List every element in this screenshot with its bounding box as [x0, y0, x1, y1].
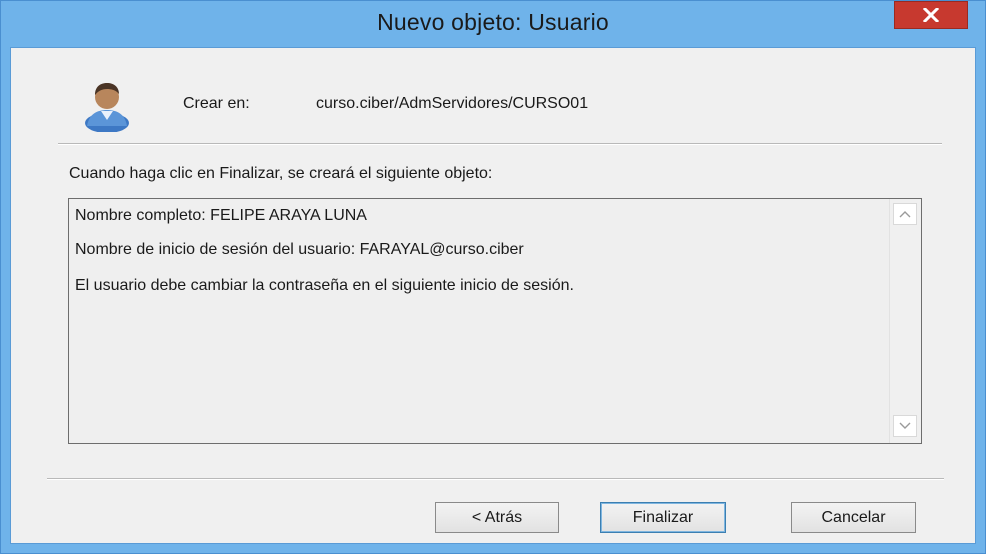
create-in-label: Crear en:: [183, 95, 250, 112]
dialog-window: Nuevo objeto: Usuario Crear en: curso.ci…: [0, 0, 986, 554]
window-title: Nuevo objeto: Usuario: [377, 9, 609, 35]
back-button[interactable]: < Atrás: [435, 502, 559, 533]
header-divider: [58, 143, 942, 145]
chevron-up-icon: [899, 211, 911, 218]
finish-button[interactable]: Finalizar: [600, 502, 726, 533]
footer-divider: [47, 478, 944, 480]
scroll-up-button[interactable]: [893, 203, 917, 225]
intro-text: Cuando haga clic en Finalizar, se creará…: [69, 165, 493, 182]
create-in-path: curso.ciber/AdmServidores/CURSO01: [316, 95, 589, 112]
chevron-down-icon: [899, 422, 911, 429]
summary-line-logon-name: Nombre de inicio de sesión del usuario: …: [75, 241, 524, 258]
user-icon: [85, 83, 129, 132]
dialog-client-area: Crear en: curso.ciber/AdmServidores/CURS…: [10, 47, 976, 544]
close-icon: [923, 8, 939, 22]
title-bar[interactable]: Nuevo objeto: Usuario: [1, 1, 985, 47]
close-button[interactable]: [894, 1, 968, 29]
scroll-down-button[interactable]: [893, 415, 917, 437]
summary-line-password-change: El usuario debe cambiar la contraseña en…: [75, 277, 574, 294]
cancel-button[interactable]: Cancelar: [791, 502, 916, 533]
summary-textbox[interactable]: Nombre completo: FELIPE ARAYA LUNA Nombr…: [68, 198, 922, 444]
summary-line-full-name: Nombre completo: FELIPE ARAYA LUNA: [75, 207, 367, 224]
vertical-scrollbar[interactable]: [889, 199, 921, 443]
